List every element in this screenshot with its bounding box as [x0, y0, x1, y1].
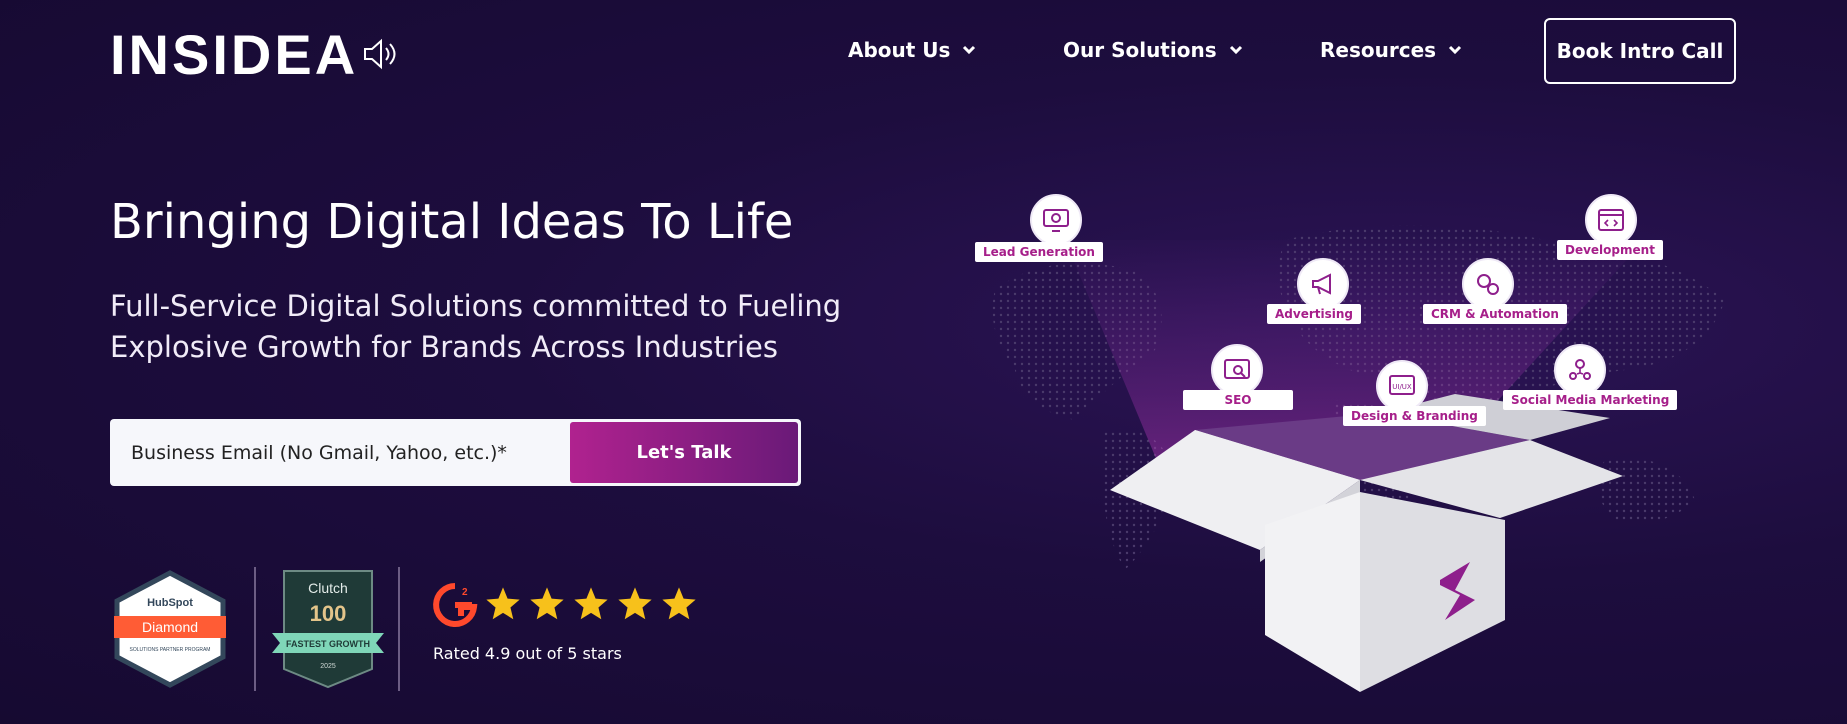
advertising-bubble	[1297, 258, 1349, 310]
social-media-tag: Social Media Marketing	[1503, 390, 1678, 410]
hero-title: Bringing Digital Ideas To Life	[110, 194, 794, 250]
browser-code-icon	[1598, 209, 1624, 231]
seo-tag: SEO	[1183, 390, 1293, 410]
crm-automation-tag: CRM & Automation	[1423, 304, 1567, 324]
chevron-down-icon	[1448, 45, 1462, 55]
seo-chart-icon	[1224, 359, 1250, 379]
development-tag: Development	[1557, 240, 1663, 260]
g2-rating-text: Rated 4.9 out of 5 stars	[433, 644, 622, 663]
seo-bubble	[1211, 344, 1263, 396]
clutch-100-badge: Clutch 100 FASTEST GROWTH 2025	[272, 570, 384, 689]
book-intro-call-button[interactable]: Book Intro Call	[1544, 18, 1736, 84]
monitor-gear-icon	[1043, 209, 1069, 232]
g2-logo-icon: 2	[433, 583, 478, 627]
megaphone-icon	[1312, 273, 1331, 295]
design-branding-tag: Design & Branding	[1343, 406, 1486, 426]
hero-subtitle: Full-Service Digital Solutions committed…	[110, 289, 842, 364]
crm-automation-bubble	[1462, 258, 1514, 310]
hubspot-program: SOLUTIONS PARTNER PROGRAM	[130, 647, 211, 653]
nav-label: Resources	[1320, 38, 1437, 62]
services-box-illustration: Lead Generation Development Advertising …	[975, 180, 1745, 710]
design-branding-bubble: UI/UX	[1376, 360, 1428, 412]
svg-text:2: 2	[462, 587, 468, 598]
clutch-year: 2025	[320, 663, 336, 670]
nav-label: About Us	[848, 38, 951, 62]
badge-divider	[254, 567, 256, 691]
nav-label: Our Solutions	[1063, 38, 1217, 62]
chevron-down-icon	[1229, 45, 1242, 55]
development-bubble	[1585, 194, 1637, 246]
clutch-rank: 100	[310, 601, 347, 626]
ui-ux-icon: UI/UX	[1389, 375, 1415, 395]
badge-divider	[398, 567, 400, 691]
nav-about-us[interactable]: About Us	[848, 38, 976, 62]
g2-star-rating	[484, 585, 698, 623]
svg-text:UI/UX: UI/UX	[1392, 383, 1412, 391]
clutch-ribbon: FASTEST GROWTH	[286, 639, 370, 649]
chevron-down-icon	[963, 45, 976, 55]
star-icon	[486, 587, 520, 620]
email-capture-form: Let's Talk	[110, 419, 801, 486]
advertising-tag: Advertising	[1267, 304, 1361, 324]
star-icon	[574, 587, 608, 620]
clutch-brand: Clutch	[308, 580, 348, 596]
star-icon	[662, 587, 696, 620]
gears-icon	[1477, 274, 1499, 295]
star-icon	[618, 587, 652, 620]
nav-resources[interactable]: Resources	[1320, 38, 1462, 62]
social-media-bubble	[1554, 344, 1606, 396]
speaker-icon[interactable]	[362, 38, 398, 70]
hubspot-brand: HubSpot	[147, 597, 193, 609]
insidea-logo[interactable]: INSIDEA	[110, 27, 358, 83]
social-network-icon	[1569, 359, 1591, 380]
hubspot-diamond-badge: HubSpot Diamond SOLUTIONS PARTNER PROGRA…	[114, 570, 226, 688]
nav-our-solutions[interactable]: Our Solutions	[1063, 38, 1243, 62]
star-icon	[530, 587, 564, 620]
lets-talk-button[interactable]: Let's Talk	[570, 422, 798, 483]
business-email-input[interactable]	[110, 419, 570, 486]
lead-generation-tag: Lead Generation	[975, 242, 1103, 262]
lead-generation-bubble	[1030, 194, 1082, 246]
hubspot-tier: Diamond	[142, 619, 198, 635]
